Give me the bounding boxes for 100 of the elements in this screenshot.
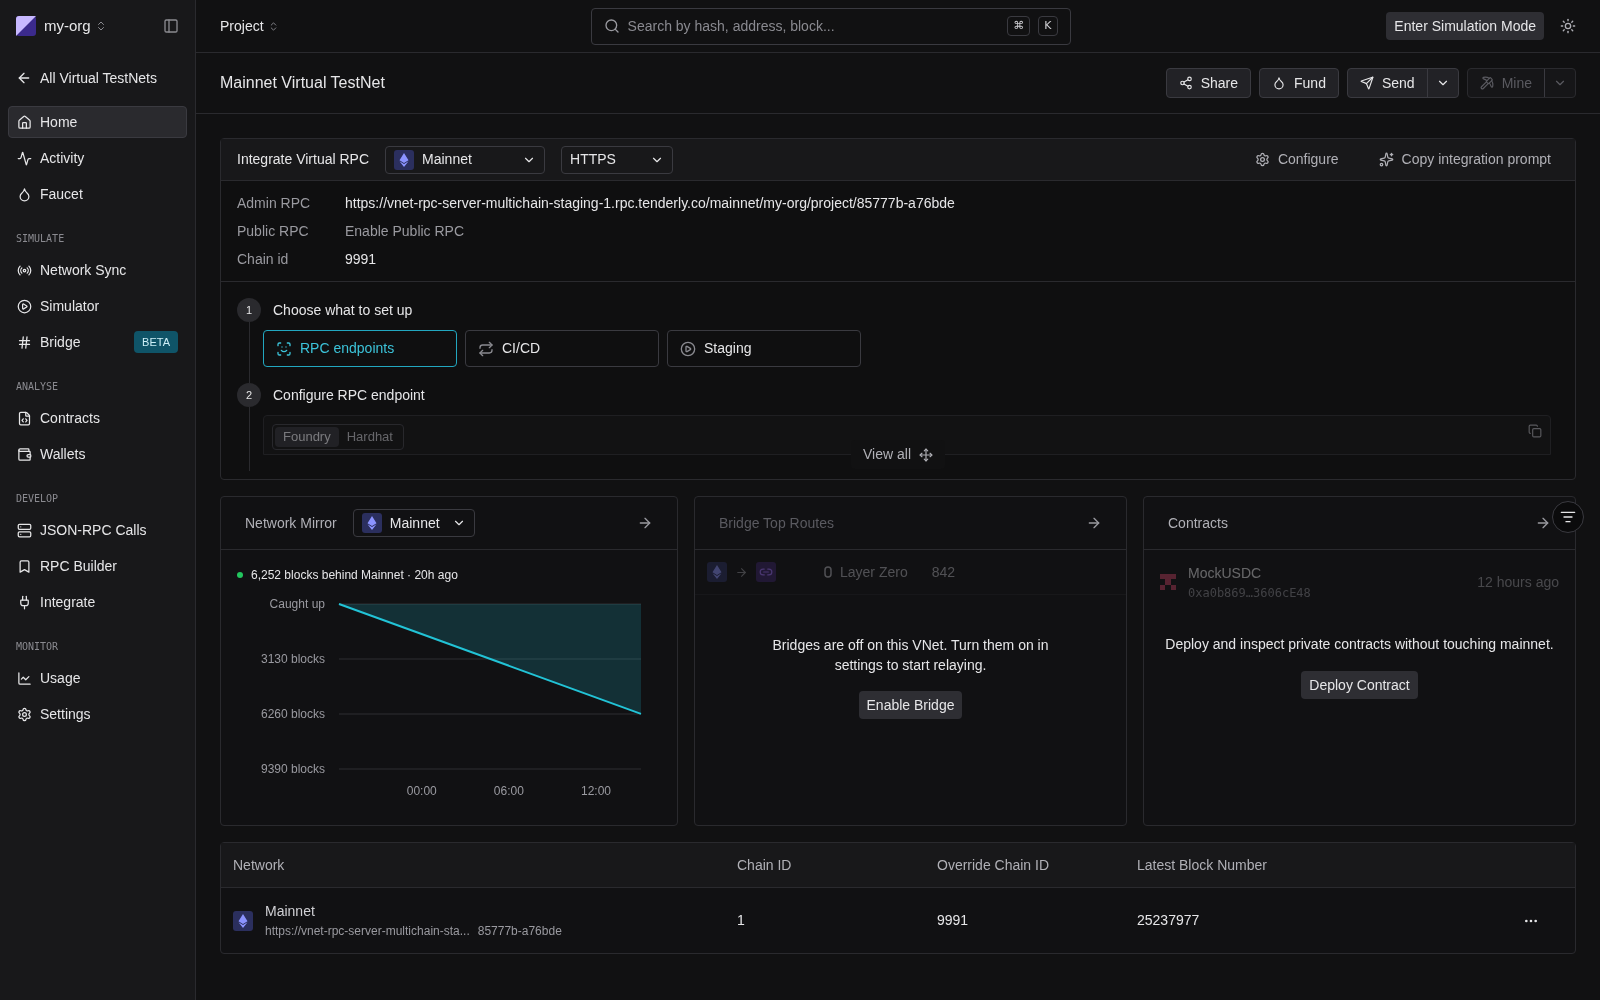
table-cell-text: 9991 (937, 911, 970, 930)
y-tick-label: Caught up (269, 597, 325, 611)
provider-icon (824, 566, 832, 578)
sidebar-item[interactable]: RPC Builder (8, 550, 187, 582)
deploy-contract-button[interactable]: Deploy Contract (1301, 671, 1418, 699)
search-input[interactable]: Search by hash, address, block... (627, 15, 1000, 37)
step-number: 1 (237, 298, 261, 322)
bookmark-icon (17, 558, 32, 574)
org-logo-icon (16, 16, 36, 36)
network-name: Mainnet (265, 902, 316, 921)
setup-option[interactable]: RPC endpoints (263, 330, 457, 367)
card-title: Contracts (1168, 513, 1228, 533)
y-tick-label: 6260 blocks (260, 707, 325, 721)
plug-icon (17, 594, 32, 610)
sidebar-item[interactable]: Contracts (8, 402, 187, 434)
card-title: Network Mirror (245, 513, 337, 533)
ethereum-icon (394, 149, 415, 170)
sync-status: 6,252 blocks behind Mainnet · 20h ago (251, 567, 458, 584)
bridge-message: Bridges are off on this VNet. Turn them on in settings to start relaying. (771, 636, 1050, 675)
hash-icon (17, 334, 32, 350)
back-link[interactable]: All Virtual TestNets (8, 64, 187, 92)
section-heading: ANALYSE (15, 379, 60, 394)
shortcut-key: K (1038, 15, 1058, 37)
sidebar-item[interactable]: Bridge BETA (8, 326, 187, 358)
sidebar-item[interactable]: Integrate (8, 586, 187, 618)
repeat-icon (478, 340, 494, 357)
ethereum-icon (233, 910, 253, 931)
sidebar-item[interactable]: Simulator (8, 290, 187, 322)
arrow-right-icon[interactable] (637, 515, 653, 531)
share-icon (1178, 76, 1193, 90)
simulation-mode-button[interactable]: Enter Simulation Mode (1386, 12, 1544, 40)
rpc-url: https://vnet-rpc-server-multichain-sta... (265, 923, 470, 940)
copy-prompt-button[interactable]: Copy integration prompt (1378, 149, 1551, 170)
droplet-icon (17, 186, 32, 202)
step-title: Configure RPC endpoint (273, 385, 425, 405)
project-selector[interactable]: Project (220, 15, 279, 37)
page-title: Mainnet Virtual TestNet (220, 73, 385, 93)
beta-badge: BETA (134, 330, 178, 354)
tool-tab[interactable]: Foundry (275, 427, 339, 447)
sidebar-item[interactable]: Usage (8, 662, 187, 694)
field-label: Public RPC (237, 221, 310, 241)
section-heading: SIMULATE (15, 231, 66, 246)
server-icon (17, 522, 32, 538)
sidebar-item[interactable]: Network Sync (8, 254, 187, 286)
step-number: 2 (237, 383, 261, 407)
search-icon (603, 18, 620, 34)
sidebar-item[interactable]: Faucet (8, 178, 187, 210)
enable-public-rpc-link[interactable]: Enable Public RPC (345, 220, 465, 242)
chain-link-icon (756, 562, 776, 582)
x-tick-label: 12:00 (580, 784, 611, 798)
contract-time: 12 hours ago (1477, 572, 1559, 592)
org-switcher[interactable]: my-org (44, 14, 107, 38)
setup-option[interactable]: CI/CD (465, 330, 659, 367)
send-icon (1359, 76, 1374, 90)
contracts-message: Deploy and inspect private contracts without touching mainnet. (1164, 635, 1555, 654)
line-chart-icon (17, 670, 32, 686)
column-header: Override Chain ID (937, 855, 1051, 875)
contract-name: MockUSDC (1188, 563, 1263, 583)
action-button[interactable]: Fund (1259, 68, 1339, 98)
section-heading: DEVELOP (15, 491, 60, 506)
copy-icon[interactable] (1528, 424, 1542, 438)
card-title: Bridge Top Routes (719, 513, 834, 533)
x-tick-label: 00:00 (406, 784, 437, 798)
table-cell-text: 1 (737, 911, 746, 930)
sidebar-toggle-icon[interactable] (163, 18, 179, 34)
search-field[interactable]: Search by hash, address, block... ⌘ K (590, 7, 1071, 45)
sidebar-item[interactable]: Wallets (8, 438, 187, 470)
contract-identicon (1160, 574, 1176, 590)
droplet-icon (1272, 76, 1286, 90)
expand-icon (919, 447, 933, 462)
arrow-right-icon[interactable] (1086, 515, 1102, 531)
step-title: Choose what to set up (273, 300, 413, 320)
sidebar-item[interactable]: Activity (8, 142, 187, 174)
y-tick-label: 9390 blocks (260, 762, 325, 776)
route-count: 842 (931, 562, 956, 582)
sidebar-item[interactable]: Home (8, 106, 187, 138)
column-header: Chain ID (737, 855, 793, 875)
home-icon (17, 114, 32, 130)
table-cell-text: 25237977 (1137, 911, 1201, 930)
arrow-right-icon[interactable] (1535, 515, 1551, 531)
field-label: Chain id (237, 249, 290, 269)
protocol-select[interactable]: HTTPS (561, 145, 674, 174)
sparkles-icon (1378, 152, 1394, 167)
action-button[interactable]: Share (1165, 68, 1251, 98)
network-select[interactable]: Mainnet (352, 509, 475, 537)
theme-toggle-icon[interactable] (1560, 18, 1576, 34)
play-icon (17, 298, 32, 314)
activity-icon (17, 150, 32, 166)
x-tick-label: 06:00 (493, 784, 524, 798)
setup-option[interactable]: Staging (667, 330, 861, 367)
sidebar-item[interactable]: Settings (8, 698, 187, 730)
panel-title: Integrate Virtual RPC (237, 150, 370, 169)
network-select[interactable]: Mainnet (385, 145, 546, 174)
configure-button[interactable]: Configure (1254, 149, 1339, 170)
sidebar-item[interactable]: JSON-RPC Calls (8, 514, 187, 546)
arrow-right-icon (735, 565, 748, 579)
field-label: Admin RPC (237, 193, 312, 213)
y-tick-label: 3130 blocks (260, 652, 325, 666)
action-button[interactable]: Send (1346, 68, 1459, 98)
ethereum-icon (361, 513, 382, 533)
